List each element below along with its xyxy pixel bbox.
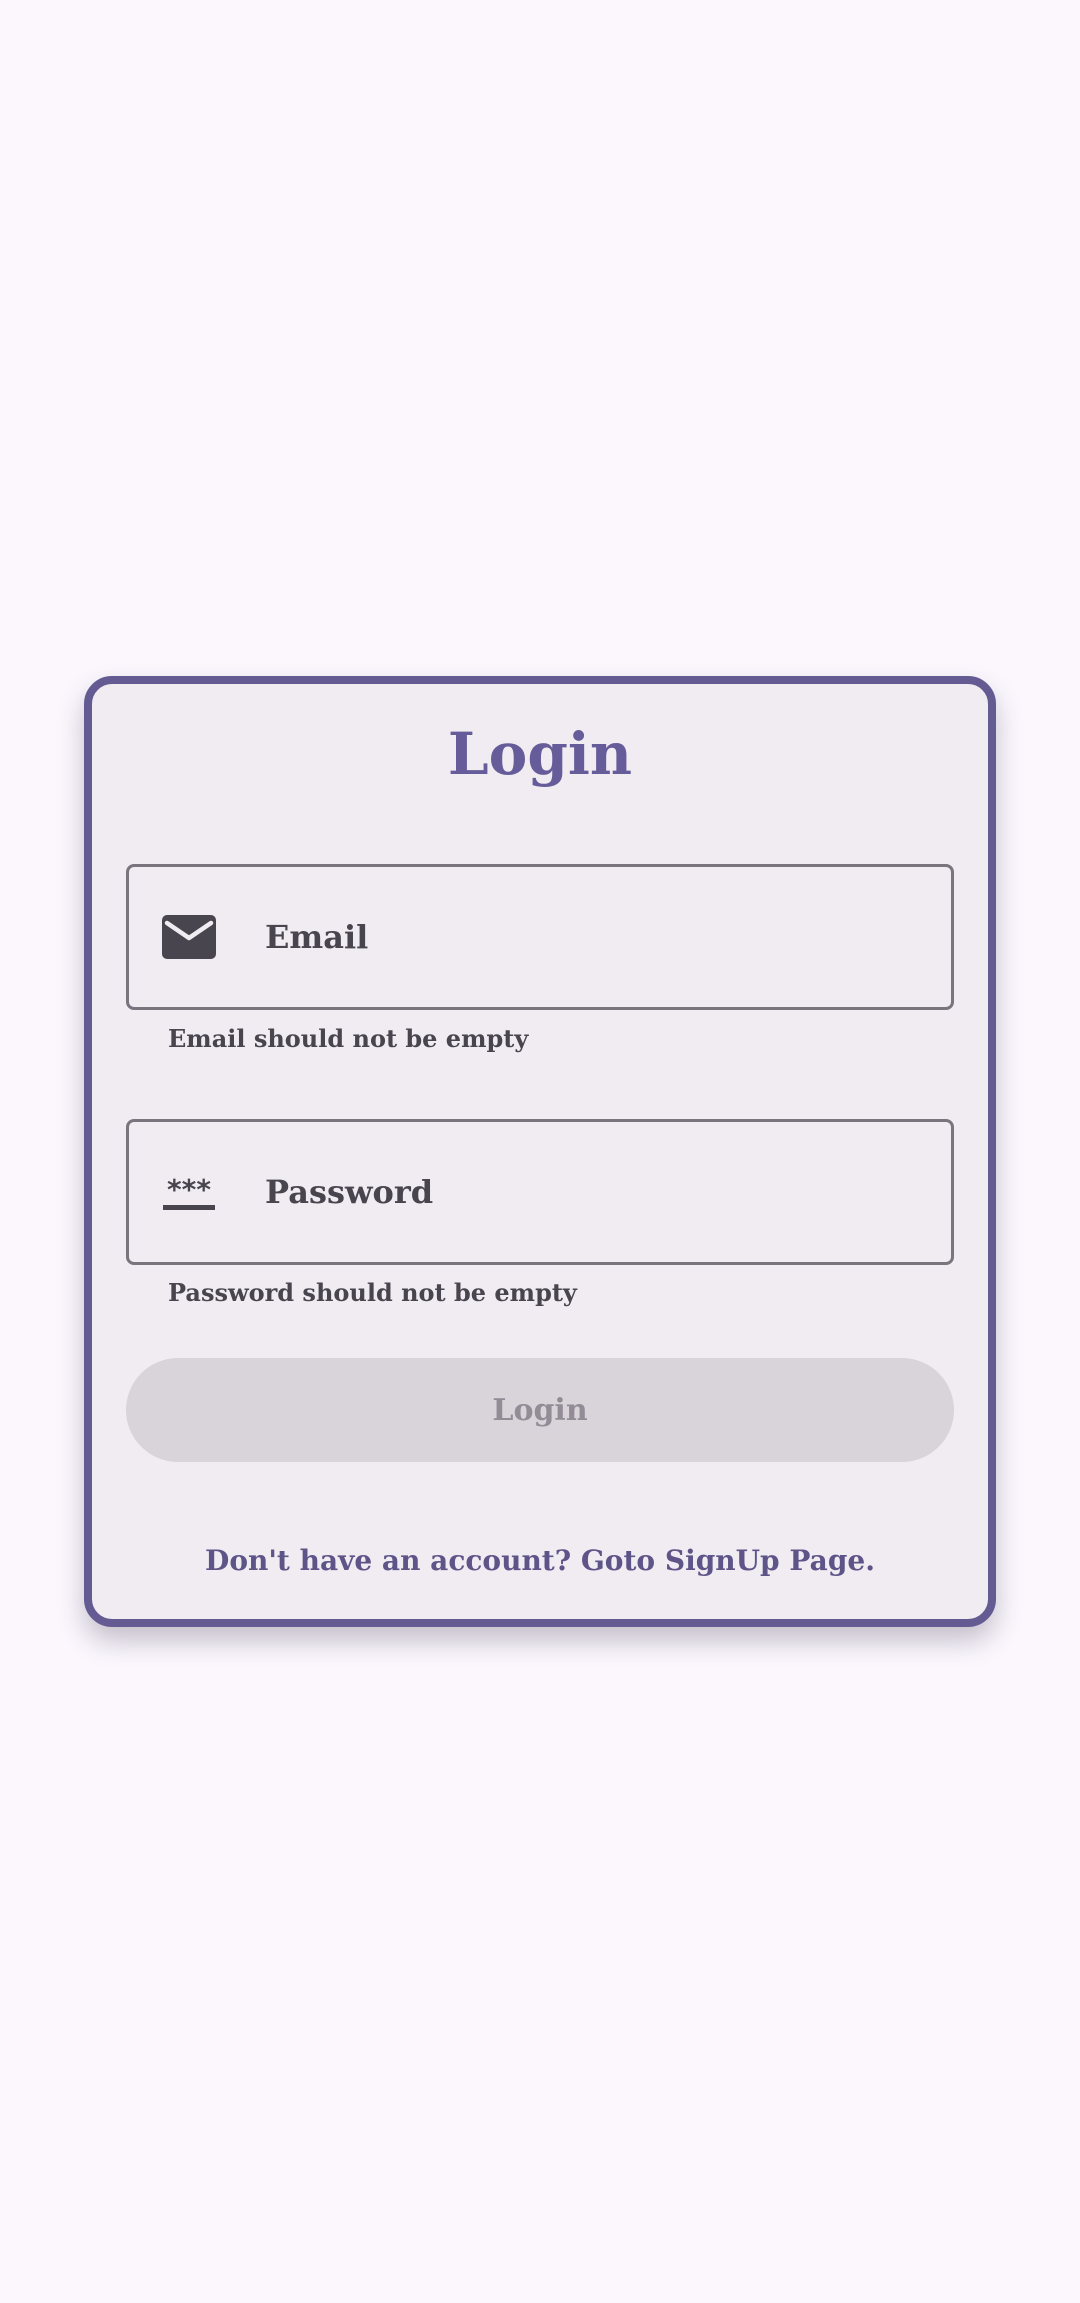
signup-link[interactable]: Don't have an account? Goto SignUp Page. [92, 1544, 988, 1577]
password-error-text: Password should not be empty [168, 1278, 577, 1307]
password-field[interactable]: *** Password [126, 1119, 954, 1265]
password-label: Password [265, 1173, 434, 1211]
page-title: Login [447, 720, 633, 788]
login-card: Login Email Email should not be empty **… [84, 676, 996, 1627]
svg-text:***: *** [167, 1173, 211, 1206]
email-label: Email [265, 918, 369, 956]
email-icon [161, 914, 217, 960]
password-icon: *** [161, 1169, 217, 1215]
email-error-text: Email should not be empty [168, 1024, 529, 1053]
email-field[interactable]: Email [126, 864, 954, 1010]
login-button[interactable]: Login [126, 1358, 954, 1462]
